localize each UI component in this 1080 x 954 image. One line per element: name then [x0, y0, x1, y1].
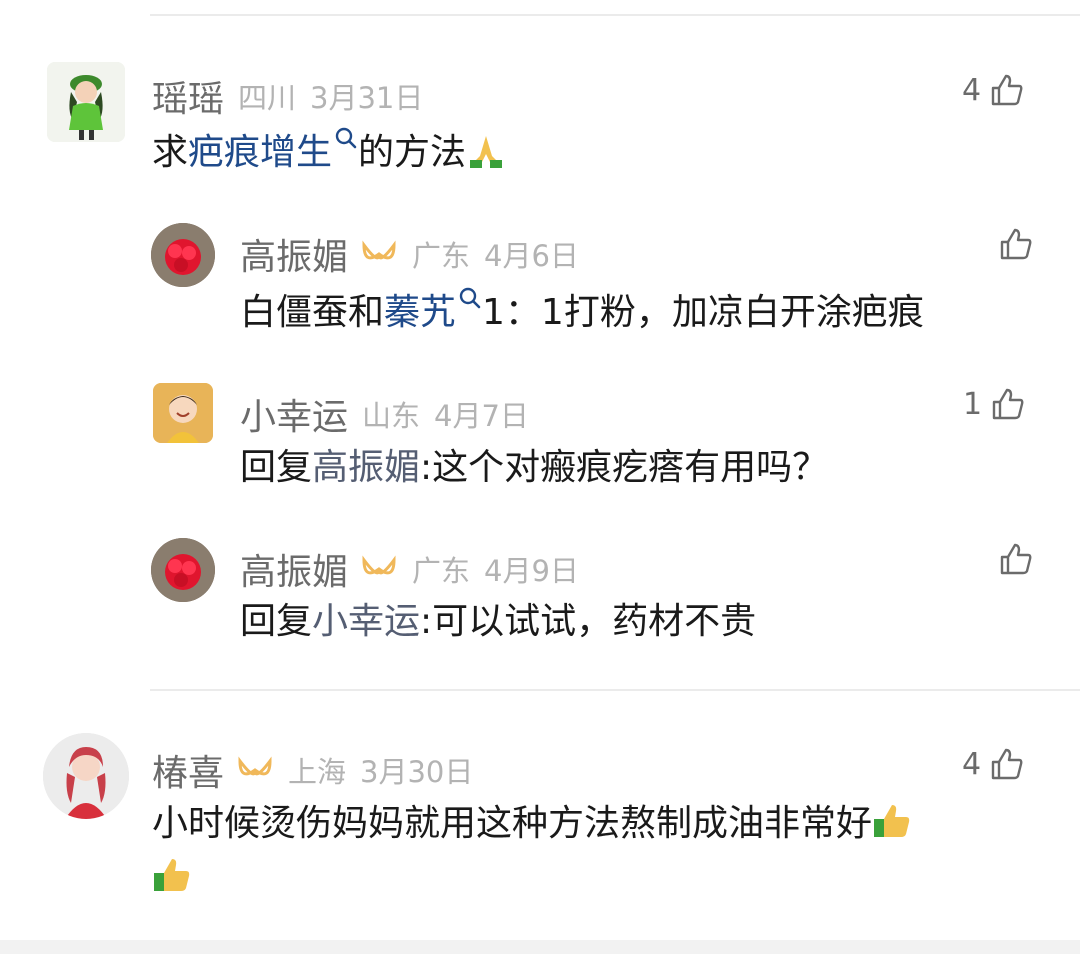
bottom-separator	[0, 940, 1080, 954]
like-count: 4	[962, 72, 982, 108]
reply-mention-link[interactable]: 小幸运	[312, 601, 420, 642]
thumbs-up-emoji-icon	[154, 859, 190, 891]
comment-text: 求疤痕增生 的方法	[152, 126, 506, 177]
comment-text: 小时候烫伤妈妈就用这种方法熬制成油非常好	[152, 800, 912, 848]
like-button[interactable]	[998, 226, 1034, 262]
pray-emoji-icon	[470, 136, 503, 168]
thumbs-up-icon	[991, 74, 1023, 106]
comment-divider	[150, 689, 1080, 691]
comment-text: 回复高振媚:这个对瘢痕疙瘩有用吗？	[240, 447, 829, 488]
avatar[interactable]	[151, 223, 215, 287]
user-name[interactable]: 瑶瑶	[152, 70, 224, 122]
avatar[interactable]	[151, 538, 215, 602]
like-button[interactable]: 1	[963, 386, 1026, 422]
top-divider	[150, 14, 1080, 16]
user-name[interactable]: 高振媚	[240, 543, 348, 595]
date: 4月9日	[484, 554, 579, 588]
date: 3月30日	[360, 755, 474, 789]
thumbs-up-emoji-icon	[874, 805, 910, 837]
thumbs-up-icon	[1000, 543, 1032, 575]
location: 上海	[288, 755, 347, 789]
thumbs-up-icon	[1000, 228, 1032, 260]
thumbs-up-icon	[991, 748, 1023, 780]
vip-badge-icon	[362, 240, 396, 260]
reply-mention-link[interactable]: 高振媚	[312, 447, 420, 488]
search-icon	[459, 287, 481, 309]
comment-text-continued	[152, 854, 192, 902]
user-name[interactable]: 高振媚	[240, 228, 348, 280]
thumbs-up-icon	[992, 388, 1024, 420]
location: 广东	[412, 239, 471, 273]
like-button[interactable]: 4	[962, 746, 1025, 782]
search-icon	[335, 127, 357, 149]
like-button[interactable]	[998, 541, 1034, 577]
location: 山东	[362, 399, 421, 433]
user-name[interactable]: 椿喜	[152, 744, 224, 796]
vip-badge-icon	[362, 555, 396, 575]
location: 四川	[238, 81, 297, 115]
date: 4月6日	[484, 239, 579, 273]
avatar[interactable]	[43, 733, 129, 819]
location: 广东	[412, 554, 471, 588]
topic-link[interactable]: 疤痕增生	[188, 132, 332, 173]
comment-text: 回复小幸运:可以试试，药材不贵	[240, 601, 757, 642]
vip-badge-icon	[238, 756, 272, 776]
like-button[interactable]: 4	[962, 72, 1025, 108]
topic-link[interactable]: 蓁艽	[384, 292, 456, 333]
avatar[interactable]	[47, 62, 125, 142]
like-count: 4	[962, 746, 982, 782]
date: 4月7日	[434, 399, 529, 433]
comment-text: 白僵蚕和蓁艽 1：1打粉，加凉白开涂疤痕	[240, 286, 924, 337]
user-name[interactable]: 小幸运	[240, 388, 348, 440]
like-count: 1	[963, 386, 983, 422]
avatar[interactable]	[153, 383, 213, 443]
date: 3月31日	[310, 81, 424, 115]
